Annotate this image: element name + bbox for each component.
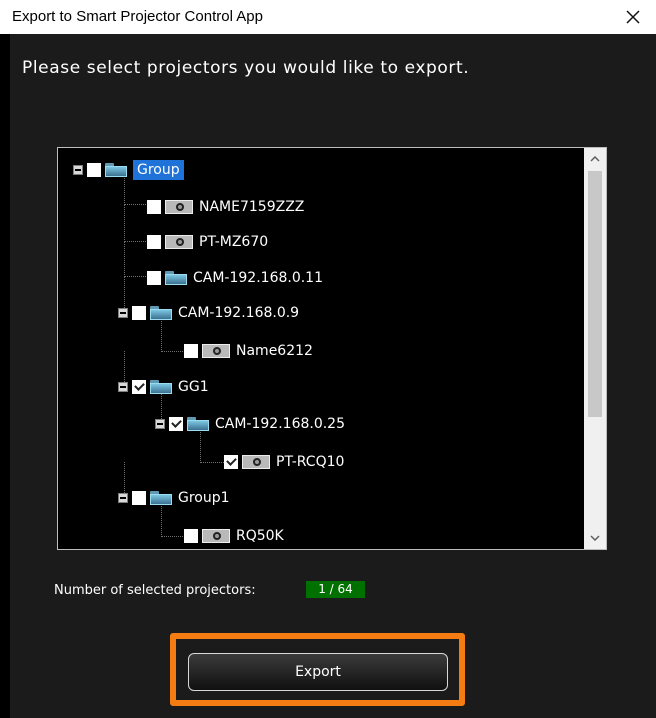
collapse-icon[interactable]: [118, 308, 128, 318]
collapse-icon[interactable]: [118, 382, 128, 392]
name6212-checkbox[interactable]: [184, 344, 198, 358]
tree-node-cam-192-168-0-9[interactable]: CAM-192.168.0.9: [118, 298, 299, 328]
selected-count-label: Number of selected projectors:: [54, 583, 256, 598]
instruction-text: Please select projectors you would like …: [22, 58, 470, 78]
tree-node-name7159zzz[interactable]: NAME7159ZZZ: [147, 192, 304, 222]
projector-tree[interactable]: Group NAME7159ZZZ PT-MZ670 CAM-192.168.0…: [57, 147, 607, 550]
name7159zzz-label: NAME7159ZZZ: [199, 199, 305, 215]
folder-icon: [105, 162, 127, 178]
gg1-checkbox[interactable]: [132, 380, 146, 394]
gg1-label: GG1: [178, 379, 209, 395]
folder-icon: [150, 379, 172, 395]
pt-rcq10-label: PT-RCQ10: [276, 454, 345, 470]
scroll-up-button[interactable]: [584, 148, 606, 170]
collapse-icon[interactable]: [155, 419, 165, 429]
projector-icon: [165, 200, 193, 214]
folder-icon: [165, 270, 187, 286]
group1-label: Group1: [178, 490, 230, 506]
export-dialog: Export to Smart Projector Control App Pl…: [0, 0, 656, 718]
cam-192-168-0-11-checkbox[interactable]: [147, 271, 161, 285]
tree-node-cam-192-168-0-11[interactable]: CAM-192.168.0.11: [147, 263, 323, 293]
tree-node-cam-192-168-0-25[interactable]: CAM-192.168.0.25: [155, 409, 345, 439]
tree-connector: [124, 241, 148, 277]
tree-node-group1[interactable]: Group1: [118, 483, 230, 513]
tree-node-gg1[interactable]: GG1: [118, 372, 209, 402]
tree-connector: [124, 204, 148, 242]
export-button[interactable]: Export: [188, 653, 448, 691]
collapse-icon[interactable]: [118, 493, 128, 503]
cam-192-168-0-25-checkbox[interactable]: [169, 417, 183, 431]
pt-mz670-checkbox[interactable]: [147, 235, 161, 249]
selected-count-value: 1 / 64: [306, 581, 365, 598]
scroll-down-button[interactable]: [584, 527, 606, 549]
tree-node-pt-mz670[interactable]: PT-MZ670: [147, 227, 268, 257]
projector-icon: [202, 344, 230, 358]
chevron-up-icon: [590, 156, 600, 162]
cam-192-168-0-25-label: CAM-192.168.0.25: [215, 416, 345, 432]
tree-connector: [124, 186, 148, 205]
folder-icon: [150, 305, 172, 321]
close-button[interactable]: [610, 0, 656, 34]
cam-192-168-0-11-label: CAM-192.168.0.11: [193, 270, 323, 286]
name6212-label: Name6212: [236, 343, 313, 359]
folder-icon: [187, 416, 209, 432]
title-bar: Export to Smart Projector Control App: [0, 0, 656, 34]
scroll-thumb[interactable]: [588, 171, 602, 417]
rq50k-checkbox[interactable]: [184, 529, 198, 543]
group-label: Group: [133, 160, 184, 180]
tree-node-group[interactable]: Group: [73, 155, 184, 185]
vertical-scrollbar[interactable]: [584, 148, 606, 549]
projector-icon: [165, 235, 193, 249]
group1-checkbox[interactable]: [132, 491, 146, 505]
tree-node-pt-rcq10[interactable]: PT-RCQ10: [224, 447, 344, 477]
cam-192-168-0-9-checkbox[interactable]: [132, 306, 146, 320]
cam-192-168-0-9-label: CAM-192.168.0.9: [178, 305, 300, 321]
folder-icon: [150, 490, 172, 506]
window-title: Export to Smart Projector Control App: [12, 8, 263, 25]
rq50k-label: RQ50K: [236, 528, 284, 544]
tree-node-rq50k[interactable]: RQ50K: [184, 521, 284, 549]
chevron-down-icon: [590, 535, 600, 541]
pt-mz670-label: PT-MZ670: [199, 234, 269, 250]
projector-icon: [202, 529, 230, 543]
close-icon: [626, 10, 640, 24]
name7159zzz-checkbox[interactable]: [147, 200, 161, 214]
tree-node-name6212[interactable]: Name6212: [184, 336, 313, 366]
projector-icon: [242, 455, 270, 469]
group-checkbox[interactable]: [87, 163, 101, 177]
collapse-icon[interactable]: [73, 165, 83, 175]
pt-rcq10-checkbox[interactable]: [224, 455, 238, 469]
